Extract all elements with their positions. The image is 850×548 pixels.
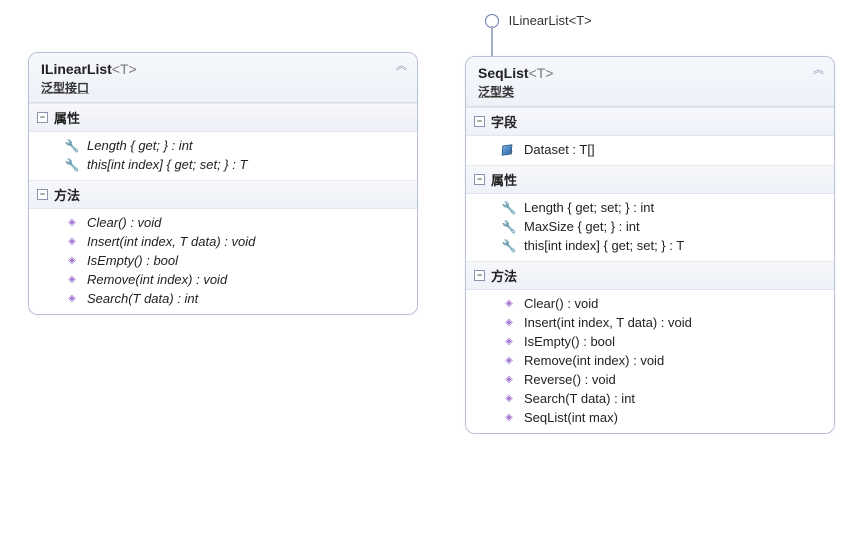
section-title: 方法: [491, 266, 517, 285]
section-header[interactable]: −方法: [29, 180, 417, 209]
interface-lollipop: ILinearList<T>: [485, 12, 592, 28]
class-name: ILinearList: [41, 61, 112, 77]
member-row[interactable]: * Dataset : T[]: [466, 140, 834, 159]
sections-container-right: −字段*Dataset : T[]−属性🔧Length { get; set; …: [466, 107, 834, 433]
member-row[interactable]: ◈ Insert(int index, T data) : void: [466, 313, 834, 332]
minus-toggle-icon[interactable]: −: [474, 174, 485, 185]
field-icon: *: [502, 145, 516, 155]
collapse-chevron-icon[interactable]: ︽: [396, 63, 407, 69]
member-list: * Dataset : T[]: [466, 136, 834, 165]
cube-icon: ◈: [502, 336, 516, 347]
section-header[interactable]: −属性: [466, 165, 834, 194]
member-row[interactable]: ◈ Reverse() : void: [466, 370, 834, 389]
cube-icon: ◈: [65, 217, 79, 228]
cube-icon: ◈: [65, 255, 79, 266]
member-row[interactable]: ◈ SeqList(int max): [466, 408, 834, 427]
member-list: 🔧 Length { get; } : int 🔧 this[int index] {…: [29, 132, 417, 180]
member-row[interactable]: ◈ IsEmpty() : bool: [466, 332, 834, 351]
class-box-ilinearlist[interactable]: ILinearList<T> 泛型接口 ︽ −属性🔧Length { get; …: [28, 52, 418, 315]
section-title: 属性: [491, 170, 517, 189]
member-text: Search(T data) : int: [524, 391, 635, 406]
member-row[interactable]: 🔧 Length { get; } : int: [29, 136, 417, 155]
lollipop-stem: [491, 26, 493, 56]
section-header[interactable]: −字段: [466, 107, 834, 136]
member-row[interactable]: 🔧 this[int index] { get; set; } : T: [29, 155, 417, 174]
wrench-icon: 🔧: [502, 239, 516, 253]
member-text: Insert(int index, T data) : void: [87, 234, 255, 249]
member-text: Length { get; set; } : int: [524, 200, 654, 215]
cube-icon: ◈: [65, 236, 79, 247]
cube-icon: ◈: [502, 412, 516, 423]
wrench-icon: 🔧: [502, 201, 516, 215]
cube-icon: ◈: [502, 393, 516, 404]
member-text: Clear() : void: [524, 296, 598, 311]
member-text: IsEmpty() : bool: [524, 334, 615, 349]
wrench-icon: 🔧: [65, 158, 79, 172]
minus-toggle-icon[interactable]: −: [37, 189, 48, 200]
member-list: ◈ Clear() : void ◈ Insert(int index, T data…: [466, 290, 834, 433]
class-generic: <T>: [112, 61, 137, 77]
cube-icon: ◈: [502, 374, 516, 385]
section-header[interactable]: −属性: [29, 103, 417, 132]
member-text: this[int index] { get; set; } : T: [524, 238, 684, 253]
minus-toggle-icon[interactable]: −: [37, 112, 48, 123]
minus-toggle-icon[interactable]: −: [474, 116, 485, 127]
cube-icon: ◈: [502, 317, 516, 328]
member-text: Reverse() : void: [524, 372, 616, 387]
member-row[interactable]: 🔧 Length { get; set; } : int: [466, 198, 834, 217]
class-box-seqlist[interactable]: SeqList<T> 泛型类 ︽ −字段*Dataset : T[]−属性🔧Le…: [465, 56, 835, 434]
member-row[interactable]: ◈ Insert(int index, T data) : void: [29, 232, 417, 251]
cube-icon: ◈: [65, 293, 79, 304]
class-header: ILinearList<T> 泛型接口 ︽: [29, 53, 417, 103]
member-row[interactable]: ◈ Clear() : void: [29, 213, 417, 232]
member-text: IsEmpty() : bool: [87, 253, 178, 268]
member-text: Length { get; } : int: [87, 138, 193, 153]
member-row[interactable]: 🔧 this[int index] { get; set; } : T: [466, 236, 834, 255]
cube-icon: ◈: [502, 355, 516, 366]
member-row[interactable]: 🔧 MaxSize { get; } : int: [466, 217, 834, 236]
member-row[interactable]: ◈ Remove(int index) : void: [466, 351, 834, 370]
class-header: SeqList<T> 泛型类 ︽: [466, 57, 834, 107]
lollipop-label: ILinearList<T>: [509, 13, 592, 28]
sections-container-left: −属性🔧Length { get; } : int🔧this[int index…: [29, 103, 417, 314]
member-text: this[int index] { get; set; } : T: [87, 157, 247, 172]
wrench-icon: 🔧: [65, 139, 79, 153]
member-list: ◈ Clear() : void ◈ Insert(int index, T data…: [29, 209, 417, 314]
member-text: SeqList(int max): [524, 410, 618, 425]
cube-icon: ◈: [502, 298, 516, 309]
class-subtitle: 泛型接口: [41, 79, 405, 96]
section-title: 方法: [54, 185, 80, 204]
class-title: SeqList<T>: [478, 65, 822, 81]
member-row[interactable]: ◈ Clear() : void: [466, 294, 834, 313]
section-title: 属性: [54, 108, 80, 127]
member-text: Clear() : void: [87, 215, 161, 230]
member-text: Insert(int index, T data) : void: [524, 315, 692, 330]
class-name: SeqList: [478, 65, 529, 81]
member-row[interactable]: ◈ Remove(int index) : void: [29, 270, 417, 289]
minus-toggle-icon[interactable]: −: [474, 270, 485, 281]
member-row[interactable]: ◈ Search(T data) : int: [466, 389, 834, 408]
member-text: MaxSize { get; } : int: [524, 219, 640, 234]
member-text: Search(T data) : int: [87, 291, 198, 306]
member-row[interactable]: ◈ Search(T data) : int: [29, 289, 417, 308]
section-title: 字段: [491, 112, 517, 131]
collapse-chevron-icon[interactable]: ︽: [813, 67, 824, 73]
class-generic: <T>: [529, 65, 554, 81]
section-header[interactable]: −方法: [466, 261, 834, 290]
member-text: Remove(int index) : void: [87, 272, 227, 287]
member-list: 🔧 Length { get; set; } : int 🔧 MaxSize { ge…: [466, 194, 834, 261]
member-text: Dataset : T[]: [524, 142, 595, 157]
member-row[interactable]: ◈ IsEmpty() : bool: [29, 251, 417, 270]
wrench-icon: 🔧: [502, 220, 516, 234]
class-title: ILinearList<T>: [41, 61, 405, 77]
class-subtitle: 泛型类: [478, 83, 822, 100]
member-text: Remove(int index) : void: [524, 353, 664, 368]
cube-icon: ◈: [65, 274, 79, 285]
